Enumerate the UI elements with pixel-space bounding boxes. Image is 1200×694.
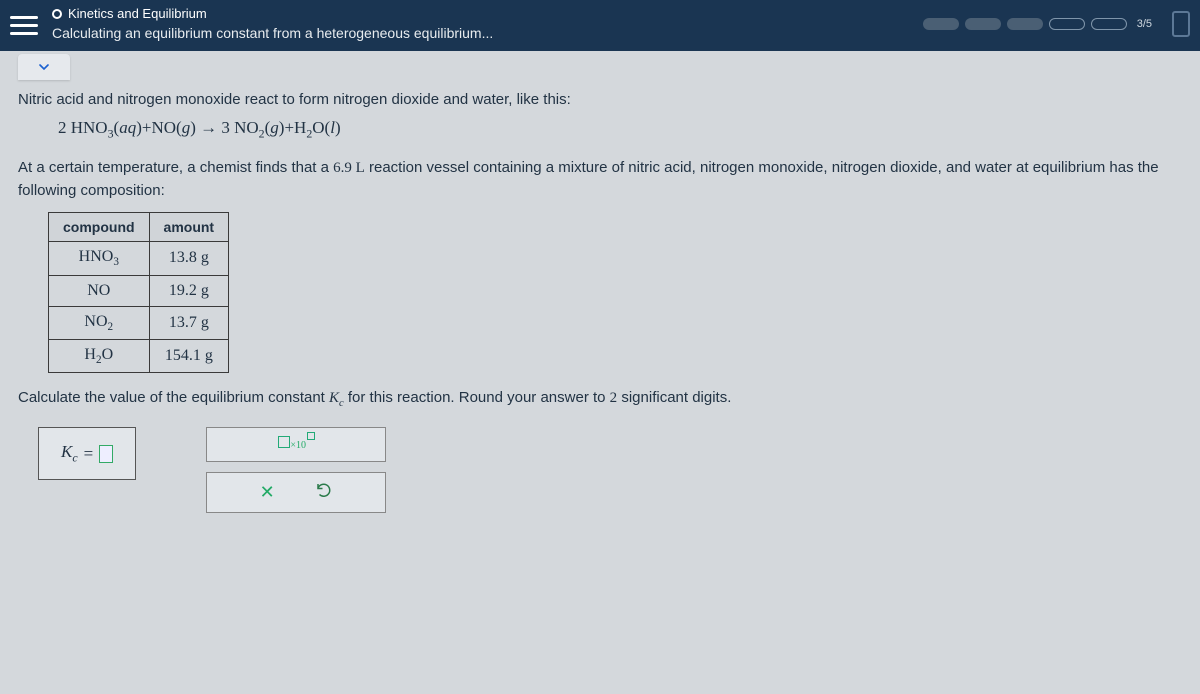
progress-counter: 3/5: [1137, 18, 1152, 30]
chevron-down-icon: [36, 59, 52, 75]
clear-button[interactable]: ✕: [260, 482, 275, 503]
progress-pills: 3/5: [923, 11, 1190, 37]
progress-pill: [1091, 18, 1127, 30]
table-row: H2O 154.1 g: [49, 339, 229, 372]
prompt-text: Calculate the value of the equilibrium c…: [18, 389, 1182, 409]
reaction-equation: 2 HNO3(aq)+NO(g) → 3 NO2(g)+H2O(l): [58, 118, 1182, 141]
table-row: HNO3 13.8 g: [49, 242, 229, 275]
answer-input-box[interactable]: Kc =: [38, 427, 136, 480]
progress-pill: [965, 18, 1001, 30]
vessel-volume: 6.9 L: [333, 160, 365, 176]
breadcrumb: Kinetics and Equilibrium Calculating an …: [52, 6, 923, 41]
breadcrumb-subtopic: Calculating an equilibrium constant from…: [52, 25, 923, 41]
progress-pill: [923, 18, 959, 30]
problem-content: Nitric acid and nitrogen monoxide react …: [0, 51, 1200, 531]
intro-text: Nitric acid and nitrogen monoxide react …: [18, 91, 1182, 108]
col-header-amount: amount: [149, 213, 229, 242]
profile-icon[interactable]: [1172, 11, 1190, 37]
breadcrumb-topic: Kinetics and Equilibrium: [68, 6, 207, 21]
setup-text: At a certain temperature, a chemist find…: [18, 157, 1182, 202]
col-header-compound: compound: [49, 213, 150, 242]
collapse-toggle[interactable]: [18, 54, 70, 80]
answer-slot[interactable]: [99, 445, 113, 463]
sci-notation-button[interactable]: ×10: [278, 436, 314, 453]
composition-table: compound amount HNO3 13.8 g NO 19.2 g NO…: [48, 212, 229, 373]
menu-icon[interactable]: [10, 12, 38, 40]
topic-circle-icon: [52, 9, 62, 19]
top-bar: Kinetics and Equilibrium Calculating an …: [0, 0, 1200, 51]
progress-pill: [1049, 18, 1085, 30]
progress-pill: [1007, 18, 1043, 30]
undo-icon: [315, 481, 333, 499]
sci-notation-row: ×10: [206, 427, 386, 462]
action-row: ✕: [206, 472, 386, 513]
undo-button[interactable]: [315, 481, 333, 504]
table-row: NO2 13.7 g: [49, 306, 229, 339]
table-row: NO 19.2 g: [49, 275, 229, 306]
